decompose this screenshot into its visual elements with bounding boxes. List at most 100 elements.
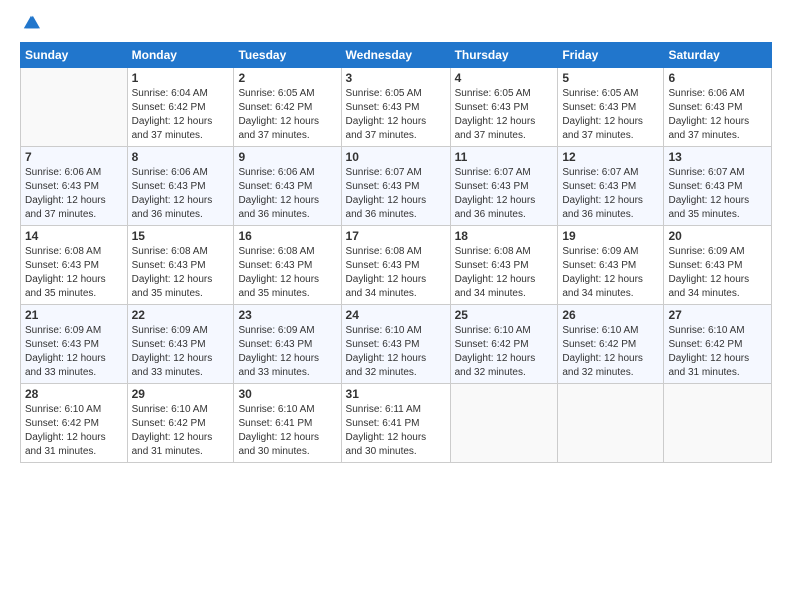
day-info: Sunrise: 6:06 AMSunset: 6:43 PMDaylight:… bbox=[238, 166, 336, 222]
day-number: 18 bbox=[455, 229, 554, 243]
day-number: 16 bbox=[238, 229, 336, 243]
calendar-cell: 30Sunrise: 6:10 AMSunset: 6:41 PMDayligh… bbox=[234, 384, 341, 463]
calendar-cell: 2 Sunrise: 6:05 AMSunset: 6:42 PMDaylight… bbox=[234, 68, 341, 147]
calendar-week-row: 21 Sunrise: 6:09 AMSunset: 6:43 PMDayligh… bbox=[21, 305, 772, 384]
day-info: Sunrise: 6:08 AMSunset: 6:43 PMDaylight:… bbox=[346, 245, 446, 301]
weekday-header-tuesday: Tuesday bbox=[234, 43, 341, 68]
weekday-header-monday: Monday bbox=[127, 43, 234, 68]
calendar-cell: 20 Sunrise: 6:09 AMSunset: 6:43 PMDayligh… bbox=[664, 226, 772, 305]
calendar-cell: 28Sunrise: 6:10 AMSunset: 6:42 PMDayligh… bbox=[21, 384, 128, 463]
day-number: 14 bbox=[25, 229, 123, 243]
calendar-cell: 18 Sunrise: 6:08 AMSunset: 6:43 PMDayligh… bbox=[450, 226, 558, 305]
calendar-cell: 19Sunrise: 6:09 AMSunset: 6:43 PMDayligh… bbox=[558, 226, 664, 305]
calendar-cell: 6 Sunrise: 6:06 AMSunset: 6:43 PMDaylight… bbox=[664, 68, 772, 147]
calendar-cell: 3Sunrise: 6:05 AMSunset: 6:43 PMDaylight… bbox=[341, 68, 450, 147]
day-number: 7 bbox=[25, 150, 123, 164]
calendar-table: SundayMondayTuesdayWednesdayThursdayFrid… bbox=[20, 42, 772, 463]
day-info: Sunrise: 6:08 AMSunset: 6:43 PMDaylight:… bbox=[25, 245, 123, 301]
calendar-cell: 5 Sunrise: 6:05 AMSunset: 6:43 PMDaylight… bbox=[558, 68, 664, 147]
day-info: Sunrise: 6:07 AMSunset: 6:43 PMDaylight:… bbox=[346, 166, 446, 222]
weekday-header-saturday: Saturday bbox=[664, 43, 772, 68]
weekday-header-thursday: Thursday bbox=[450, 43, 558, 68]
day-info: Sunrise: 6:04 AMSunset: 6:42 PMDaylight:… bbox=[132, 87, 230, 143]
calendar-cell: 25Sunrise: 6:10 AMSunset: 6:42 PMDayligh… bbox=[450, 305, 558, 384]
calendar-cell: 16 Sunrise: 6:08 AMSunset: 6:43 PMDayligh… bbox=[234, 226, 341, 305]
calendar-week-row: 1 Sunrise: 6:04 AMSunset: 6:42 PMDaylight… bbox=[21, 68, 772, 147]
day-number: 13 bbox=[668, 150, 767, 164]
day-number: 20 bbox=[668, 229, 767, 243]
day-info: Sunrise: 6:09 AMSunset: 6:43 PMDaylight:… bbox=[25, 324, 123, 380]
day-number: 30 bbox=[238, 387, 336, 401]
day-number: 31 bbox=[346, 387, 446, 401]
day-number: 25 bbox=[455, 308, 554, 322]
day-number: 11 bbox=[455, 150, 554, 164]
day-info: Sunrise: 6:10 AMSunset: 6:42 PMDaylight:… bbox=[25, 403, 123, 459]
day-info: Sunrise: 6:10 AMSunset: 6:42 PMDaylight:… bbox=[132, 403, 230, 459]
calendar-cell: 29 Sunrise: 6:10 AMSunset: 6:42 PMDayligh… bbox=[127, 384, 234, 463]
calendar-cell bbox=[21, 68, 128, 147]
day-info: Sunrise: 6:11 AMSunset: 6:41 PMDaylight:… bbox=[346, 403, 446, 459]
day-info: Sunrise: 6:09 AMSunset: 6:43 PMDaylight:… bbox=[132, 324, 230, 380]
calendar-cell: 9Sunrise: 6:06 AMSunset: 6:43 PMDaylight… bbox=[234, 147, 341, 226]
day-info: Sunrise: 6:10 AMSunset: 6:42 PMDaylight:… bbox=[668, 324, 767, 380]
day-number: 10 bbox=[346, 150, 446, 164]
calendar-cell: 4Sunrise: 6:05 AMSunset: 6:43 PMDaylight… bbox=[450, 68, 558, 147]
day-number: 24 bbox=[346, 308, 446, 322]
day-number: 12 bbox=[562, 150, 659, 164]
day-info: Sunrise: 6:10 AMSunset: 6:42 PMDaylight:… bbox=[562, 324, 659, 380]
day-info: Sunrise: 6:09 AMSunset: 6:43 PMDaylight:… bbox=[668, 245, 767, 301]
weekday-header-row: SundayMondayTuesdayWednesdayThursdayFrid… bbox=[21, 43, 772, 68]
calendar-week-row: 7 Sunrise: 6:06 AMSunset: 6:43 PMDaylight… bbox=[21, 147, 772, 226]
calendar-cell: 10 Sunrise: 6:07 AMSunset: 6:43 PMDayligh… bbox=[341, 147, 450, 226]
day-info: Sunrise: 6:10 AMSunset: 6:43 PMDaylight:… bbox=[346, 324, 446, 380]
day-info: Sunrise: 6:09 AMSunset: 6:43 PMDaylight:… bbox=[562, 245, 659, 301]
calendar-cell: 13 Sunrise: 6:07 AMSunset: 6:43 PMDayligh… bbox=[664, 147, 772, 226]
calendar-cell: 31 Sunrise: 6:11 AMSunset: 6:41 PMDayligh… bbox=[341, 384, 450, 463]
day-number: 1 bbox=[132, 71, 230, 85]
day-info: Sunrise: 6:05 AMSunset: 6:43 PMDaylight:… bbox=[346, 87, 446, 143]
day-info: Sunrise: 6:08 AMSunset: 6:43 PMDaylight:… bbox=[238, 245, 336, 301]
weekday-header-wednesday: Wednesday bbox=[341, 43, 450, 68]
day-info: Sunrise: 6:06 AMSunset: 6:43 PMDaylight:… bbox=[668, 87, 767, 143]
calendar-cell: 12 Sunrise: 6:07 AMSunset: 6:43 PMDayligh… bbox=[558, 147, 664, 226]
calendar-cell: 24 Sunrise: 6:10 AMSunset: 6:43 PMDayligh… bbox=[341, 305, 450, 384]
day-number: 5 bbox=[562, 71, 659, 85]
calendar-cell: 1 Sunrise: 6:04 AMSunset: 6:42 PMDaylight… bbox=[127, 68, 234, 147]
day-info: Sunrise: 6:05 AMSunset: 6:43 PMDaylight:… bbox=[562, 87, 659, 143]
logo bbox=[20, 16, 40, 32]
day-number: 26 bbox=[562, 308, 659, 322]
day-number: 29 bbox=[132, 387, 230, 401]
calendar-cell: 22 Sunrise: 6:09 AMSunset: 6:43 PMDayligh… bbox=[127, 305, 234, 384]
calendar-cell: 11 Sunrise: 6:07 AMSunset: 6:43 PMDayligh… bbox=[450, 147, 558, 226]
calendar-cell: 15 Sunrise: 6:08 AMSunset: 6:43 PMDayligh… bbox=[127, 226, 234, 305]
day-info: Sunrise: 6:05 AMSunset: 6:42 PMDaylight:… bbox=[238, 87, 336, 143]
weekday-header-friday: Friday bbox=[558, 43, 664, 68]
calendar-cell: 8 Sunrise: 6:06 AMSunset: 6:43 PMDaylight… bbox=[127, 147, 234, 226]
day-info: Sunrise: 6:05 AMSunset: 6:43 PMDaylight:… bbox=[455, 87, 554, 143]
weekday-header-sunday: Sunday bbox=[21, 43, 128, 68]
calendar-cell: 7 Sunrise: 6:06 AMSunset: 6:43 PMDaylight… bbox=[21, 147, 128, 226]
calendar-week-row: 28Sunrise: 6:10 AMSunset: 6:42 PMDayligh… bbox=[21, 384, 772, 463]
calendar-cell: 23 Sunrise: 6:09 AMSunset: 6:43 PMDayligh… bbox=[234, 305, 341, 384]
day-info: Sunrise: 6:09 AMSunset: 6:43 PMDaylight:… bbox=[238, 324, 336, 380]
day-info: Sunrise: 6:07 AMSunset: 6:43 PMDaylight:… bbox=[455, 166, 554, 222]
calendar-cell: 27 Sunrise: 6:10 AMSunset: 6:42 PMDayligh… bbox=[664, 305, 772, 384]
header bbox=[20, 16, 772, 32]
day-info: Sunrise: 6:07 AMSunset: 6:43 PMDaylight:… bbox=[562, 166, 659, 222]
day-info: Sunrise: 6:08 AMSunset: 6:43 PMDaylight:… bbox=[455, 245, 554, 301]
day-number: 2 bbox=[238, 71, 336, 85]
day-number: 8 bbox=[132, 150, 230, 164]
day-number: 15 bbox=[132, 229, 230, 243]
calendar-cell: 14 Sunrise: 6:08 AMSunset: 6:43 PMDayligh… bbox=[21, 226, 128, 305]
day-number: 22 bbox=[132, 308, 230, 322]
day-info: Sunrise: 6:06 AMSunset: 6:43 PMDaylight:… bbox=[25, 166, 123, 222]
calendar-cell bbox=[558, 384, 664, 463]
day-number: 27 bbox=[668, 308, 767, 322]
day-number: 6 bbox=[668, 71, 767, 85]
day-info: Sunrise: 6:06 AMSunset: 6:43 PMDaylight:… bbox=[132, 166, 230, 222]
day-number: 23 bbox=[238, 308, 336, 322]
day-info: Sunrise: 6:08 AMSunset: 6:43 PMDaylight:… bbox=[132, 245, 230, 301]
calendar-cell: 21 Sunrise: 6:09 AMSunset: 6:43 PMDayligh… bbox=[21, 305, 128, 384]
day-number: 21 bbox=[25, 308, 123, 322]
day-info: Sunrise: 6:07 AMSunset: 6:43 PMDaylight:… bbox=[668, 166, 767, 222]
